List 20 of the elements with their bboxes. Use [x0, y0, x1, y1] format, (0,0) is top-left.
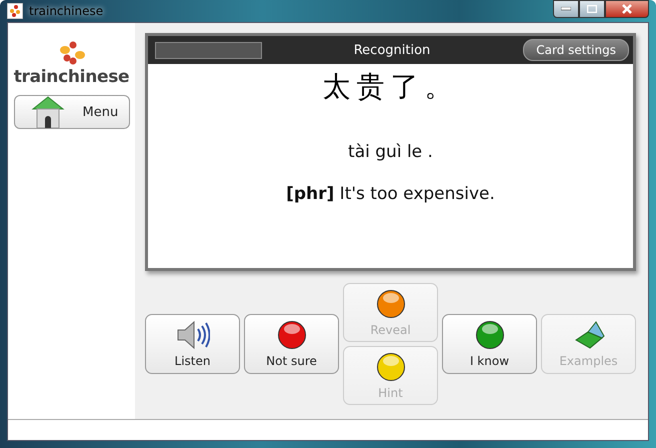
card-settings-button[interactable]: Card settings — [523, 39, 629, 61]
close-icon — [622, 4, 632, 14]
answer-button[interactable]: I know — [442, 314, 537, 374]
maximize-button[interactable] — [579, 0, 605, 18]
app-icon — [7, 3, 23, 19]
minimize-button[interactable] — [553, 0, 579, 18]
window-title: trainchinese — [29, 4, 104, 18]
house-icon — [30, 95, 64, 129]
card-title: Recognition — [354, 42, 430, 58]
hanzi-text: 太贵了。 — [322, 69, 460, 105]
listen-button[interactable]: Listen — [145, 314, 240, 374]
definition-text: [phr] It's too expensive. — [285, 184, 496, 204]
minimize-icon — [561, 7, 571, 11]
logo-text: trainchinese — [14, 67, 130, 87]
close-button[interactable] — [605, 0, 649, 18]
answer-button[interactable]: Not sure — [244, 314, 339, 374]
speaker-icon — [176, 320, 210, 350]
menu-button[interactable]: Menu — [14, 95, 130, 129]
pinyin-text: tài guì le . — [347, 142, 434, 162]
maximize-icon — [587, 5, 597, 13]
